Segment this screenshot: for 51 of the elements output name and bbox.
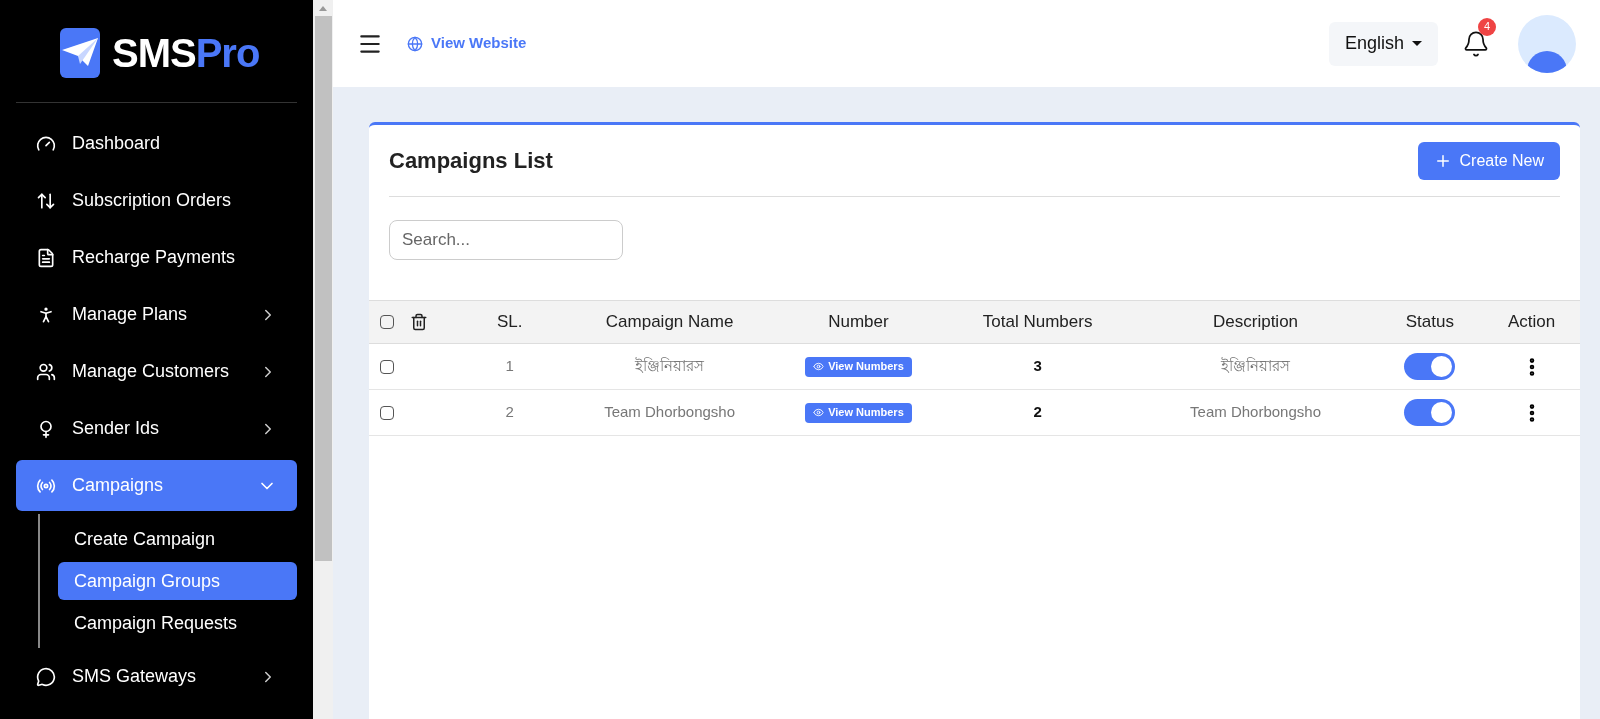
submenu-item[interactable]: Campaign Groups xyxy=(58,562,297,600)
sidebar-item[interactable]: Manage Plans xyxy=(16,289,297,340)
table-cell-text: Team Dhorbongsho xyxy=(603,402,737,423)
table-cell-text: 2 xyxy=(504,402,515,423)
view-website-link[interactable]: View Website xyxy=(407,32,527,55)
invoice-icon xyxy=(36,247,56,268)
table-cell-text: 3 xyxy=(1032,356,1043,377)
notification-badge: 4 xyxy=(1478,17,1496,36)
sidebar-item[interactable]: Dashboard xyxy=(16,118,297,169)
column-header: Status xyxy=(1404,311,1455,334)
table-cell-text: 2 xyxy=(1032,402,1043,423)
sidebar-item[interactable]: Campaigns xyxy=(16,460,297,511)
scrollbar[interactable] xyxy=(313,0,333,719)
column-header: SL. xyxy=(496,311,524,334)
eye-icon xyxy=(813,361,825,372)
column-header: Action xyxy=(1506,311,1557,334)
table-cell-text: ইঞ্জিনিয়ারস xyxy=(634,356,706,377)
caret-icon xyxy=(1412,41,1422,46)
view-numbers-button[interactable]: View Numbers xyxy=(805,402,912,423)
users-icon xyxy=(36,361,56,382)
bell-icon[interactable] xyxy=(1462,29,1490,58)
search-field[interactable]: Search... xyxy=(389,220,623,260)
create-new-button[interactable]: Create New xyxy=(1417,141,1560,180)
paper-plane-logo-icon xyxy=(60,28,100,78)
sidebar-item[interactable]: Sender Ids xyxy=(16,403,297,454)
status-toggle[interactable] xyxy=(1404,353,1456,380)
column-header: Total Numbers xyxy=(981,311,1094,334)
column-header: Description xyxy=(1212,311,1300,334)
sidebar-item[interactable]: Subscription Orders xyxy=(16,175,297,226)
view-numbers-button[interactable]: View Numbers xyxy=(805,356,912,377)
status-toggle[interactable] xyxy=(1404,399,1456,426)
language-dropdown[interactable]: English xyxy=(1328,21,1438,66)
eye-icon xyxy=(813,407,825,418)
table-cell-text: 1 xyxy=(504,356,515,377)
column-header: Campaign Name xyxy=(604,311,735,334)
chat-bubble-icon xyxy=(36,666,56,687)
trash-icon[interactable] xyxy=(410,313,428,331)
card-title: Campaigns List xyxy=(389,147,553,175)
sidebar-item[interactable]: Manage Customers xyxy=(16,346,297,397)
table-cell-text: ইঞ্জিনিয়ারস xyxy=(1220,356,1292,377)
logo-text: SMSPro xyxy=(112,33,260,73)
column-header: Number xyxy=(827,311,890,334)
checkbox[interactable] xyxy=(380,315,394,329)
sidebar-item[interactable]: SMS Gateways xyxy=(16,651,297,702)
submenu-item[interactable]: Create Campaign xyxy=(58,520,297,558)
table-cell-text: Team Dhorbongsho xyxy=(1189,402,1322,423)
submenu-item[interactable]: Campaign Requests xyxy=(58,604,297,642)
sidebar-item[interactable]: Recharge Payments xyxy=(16,232,297,283)
checkbox[interactable] xyxy=(380,405,394,420)
checkbox[interactable] xyxy=(380,359,394,374)
globe-icon xyxy=(407,35,423,52)
